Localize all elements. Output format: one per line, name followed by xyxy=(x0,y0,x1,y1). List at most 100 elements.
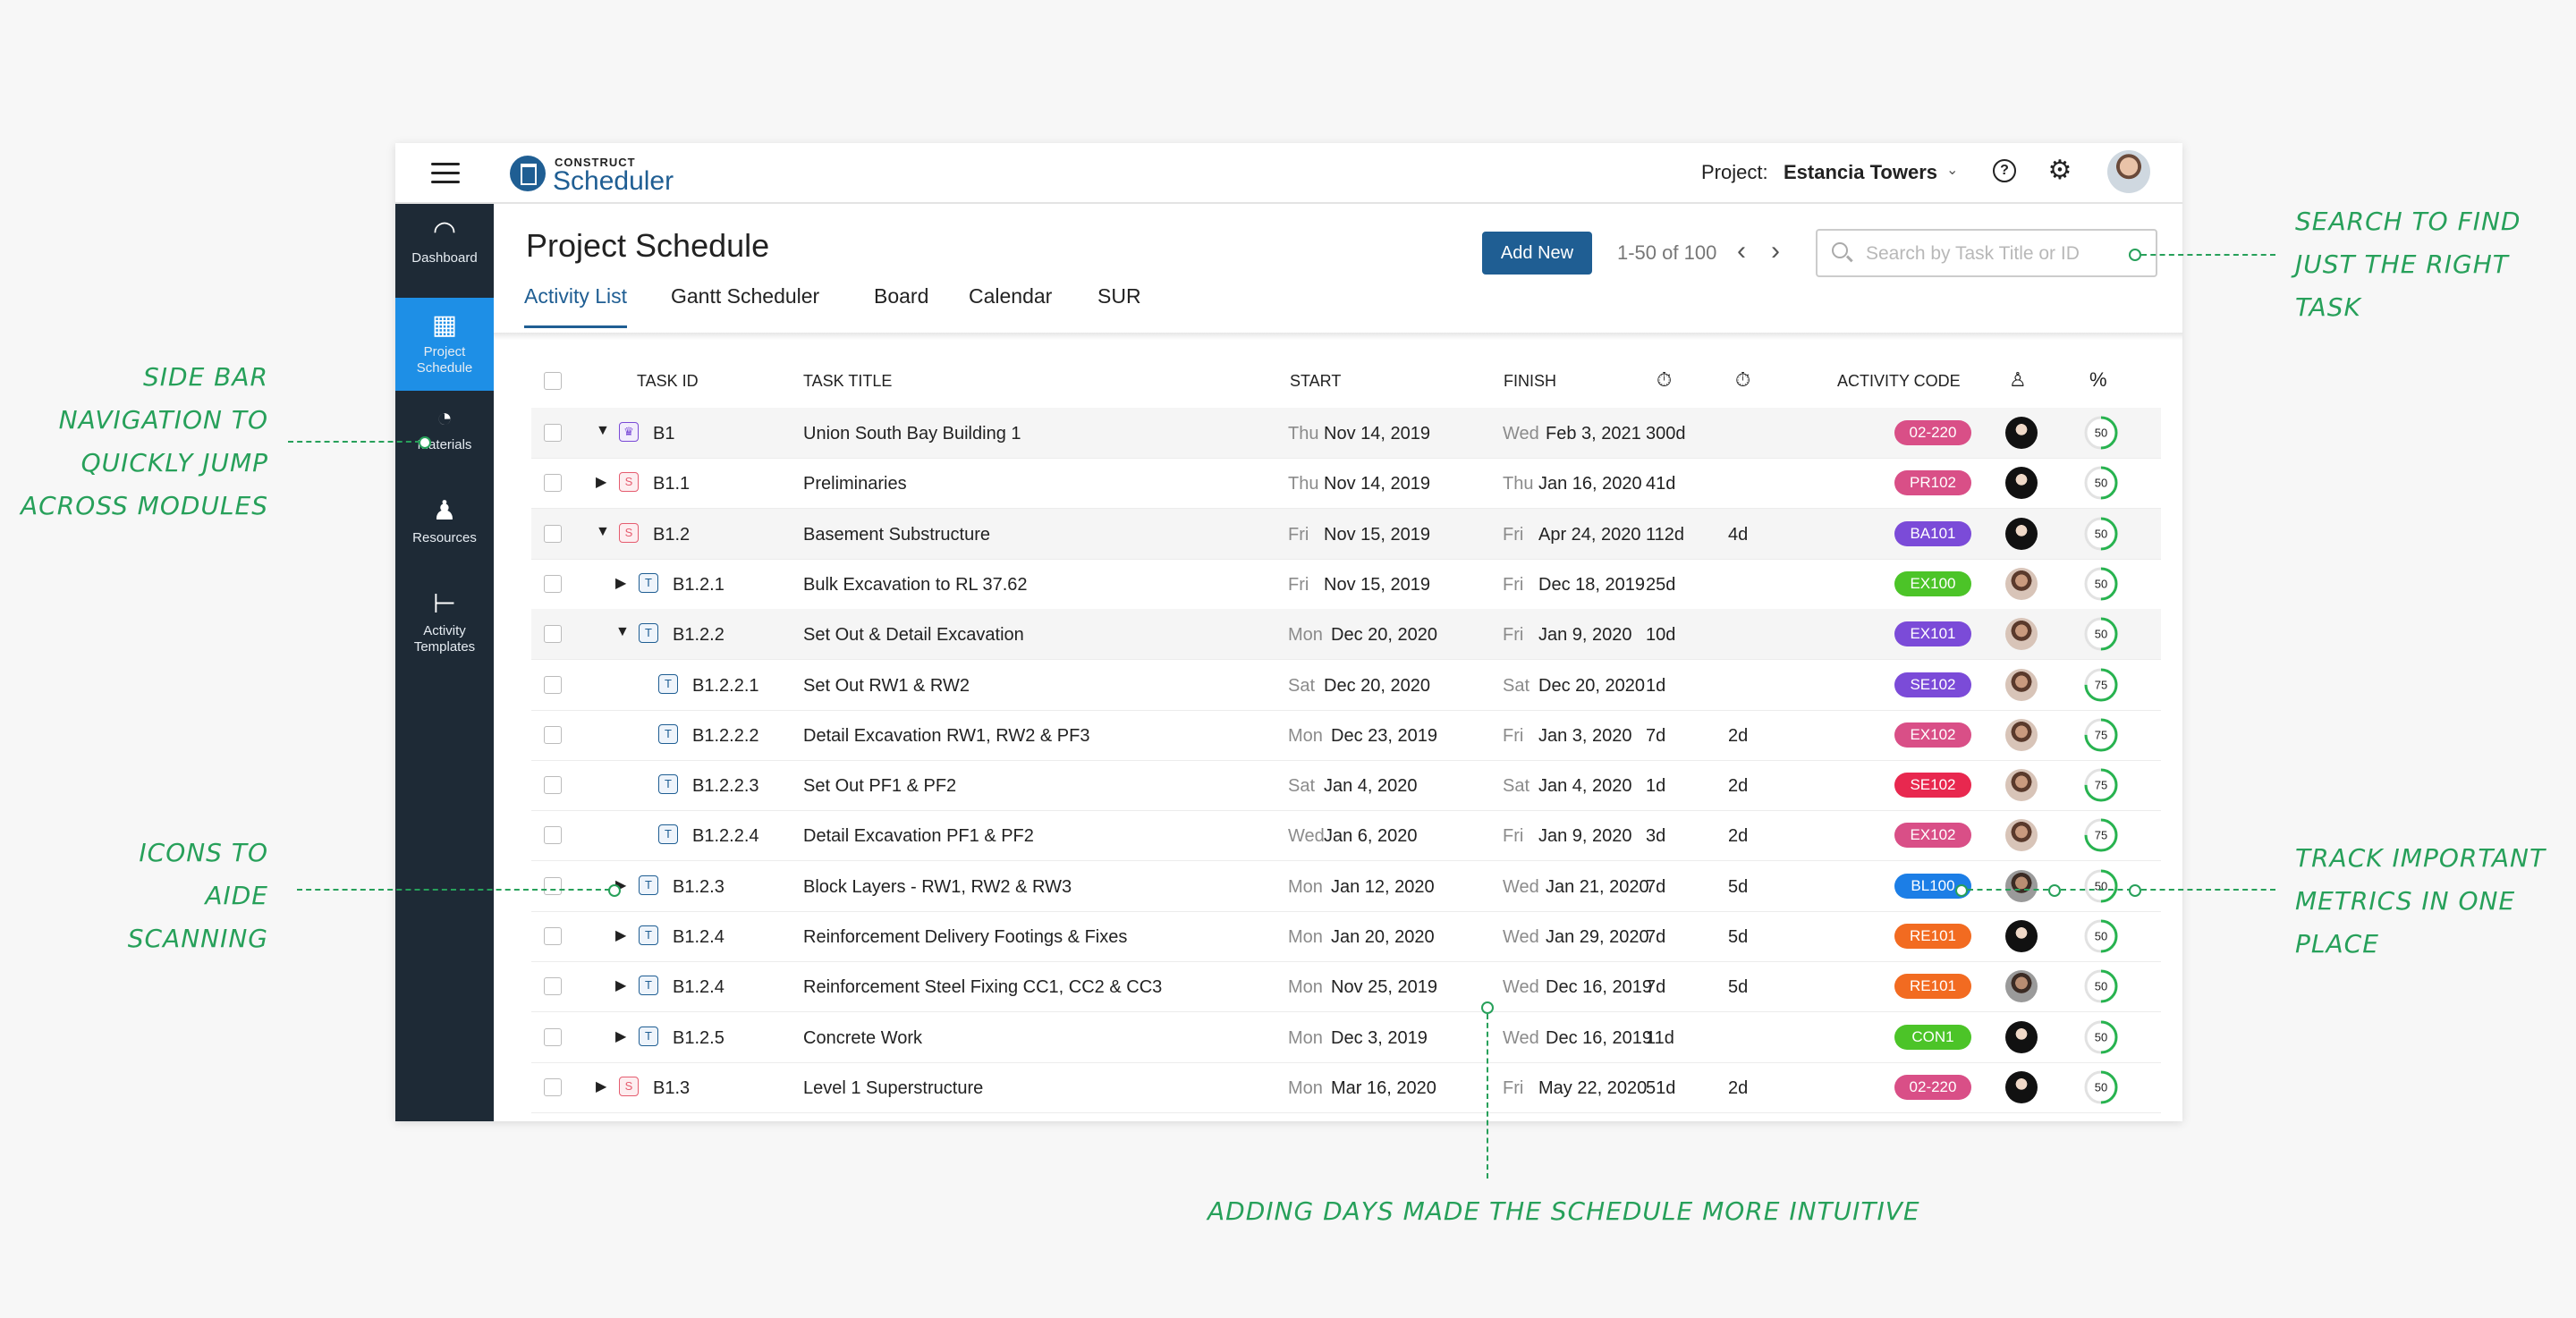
row-checkbox[interactable] xyxy=(544,675,562,694)
activity-code-badge[interactable]: 02-220 xyxy=(1894,1074,1971,1100)
search-input[interactable] xyxy=(1864,240,2145,268)
caret-right-icon[interactable]: ▶ xyxy=(596,1077,606,1095)
task-title[interactable]: Basement Substructure xyxy=(803,525,990,545)
header-task-id[interactable]: TASK ID xyxy=(637,372,699,391)
activity-code-badge[interactable]: CON1 xyxy=(1894,1024,1971,1050)
task-title[interactable]: Reinforcement Delivery Footings & Fixes xyxy=(803,927,1127,948)
row-checkbox[interactable] xyxy=(544,776,562,795)
activity-code-badge[interactable]: SE102 xyxy=(1894,773,1971,798)
task-title[interactable]: Detail Excavation RW1, RW2 & PF3 xyxy=(803,726,1090,747)
activity-code-badge[interactable]: 02-220 xyxy=(1894,420,1971,445)
table-row[interactable]: ▶ S B1.1 Preliminaries Thu Nov 14, 2019 Thu Jan… xyxy=(531,458,2161,510)
table-row[interactable]: ▼ T B1.2.2 Set Out & Detail Excavation Mon De… xyxy=(531,609,2161,661)
assignee-avatar[interactable] xyxy=(2005,718,2038,751)
caret-down-icon[interactable]: ▼ xyxy=(615,624,630,640)
table-row[interactable]: ▶ T B1.2.5 Concrete Work Mon Dec 3, 2019 Wed De… xyxy=(531,1012,2161,1063)
tab-board[interactable]: Board xyxy=(874,284,928,325)
task-title[interactable]: Level 1 Superstructure xyxy=(803,1078,983,1099)
row-checkbox[interactable] xyxy=(544,625,562,644)
task-title[interactable]: Set Out RW1 & RW2 xyxy=(803,676,970,697)
project-selector[interactable]: Estancia Towers xyxy=(1784,161,1937,184)
table-row[interactable]: T B1.2.2.4 Detail Excavation PF1 & PF2 Wed J… xyxy=(531,810,2161,862)
task-title[interactable]: Block Layers - RW1, RW2 & RW3 xyxy=(803,877,1072,898)
row-checkbox[interactable] xyxy=(544,1077,562,1096)
sidebar-item-dashboard[interactable]: ◠ Dashboard xyxy=(395,204,494,297)
assignee-avatar[interactable] xyxy=(2005,517,2038,550)
activity-code-badge[interactable]: EX102 xyxy=(1894,823,1971,849)
assignee-avatar[interactable] xyxy=(2005,869,2038,902)
activity-code-badge[interactable]: SE102 xyxy=(1894,672,1971,697)
gear-icon[interactable]: ⚙ xyxy=(2046,157,2073,184)
table-row[interactable]: ▶ T B1.2.3 Block Layers - RW1, RW2 & RW3 Mon… xyxy=(531,861,2161,912)
row-checkbox[interactable] xyxy=(544,927,562,945)
assignee-icon[interactable]: ♙ xyxy=(2009,368,2027,392)
assignee-avatar[interactable] xyxy=(2005,1020,2038,1053)
table-row[interactable]: ▶ S B1.3 Level 1 Superstructure Mon Mar 16, 2… xyxy=(531,1062,2161,1113)
activity-code-badge[interactable]: BA101 xyxy=(1894,520,1971,546)
row-checkbox[interactable] xyxy=(544,876,562,895)
task-title[interactable]: Set Out PF1 & PF2 xyxy=(803,776,956,797)
tab-sur[interactable]: SUR xyxy=(1097,284,1141,325)
sidebar-item-resources[interactable]: ♟ Resources xyxy=(395,484,494,577)
caret-right-icon[interactable]: ▶ xyxy=(615,926,626,944)
row-checkbox[interactable] xyxy=(544,1027,562,1046)
header-start[interactable]: START xyxy=(1290,372,1341,391)
activity-code-badge[interactable]: RE101 xyxy=(1894,974,1971,1000)
tab-activity-list[interactable]: Activity List xyxy=(524,284,628,328)
assignee-avatar[interactable] xyxy=(2005,417,2038,449)
chevron-down-icon[interactable]: ⌄ xyxy=(1946,161,1958,179)
row-checkbox[interactable] xyxy=(544,424,562,442)
tab-gantt-scheduler[interactable]: Gantt Scheduler xyxy=(671,284,819,325)
row-checkbox[interactable] xyxy=(544,826,562,845)
assignee-avatar[interactable] xyxy=(2005,819,2038,852)
assignee-avatar[interactable] xyxy=(2005,920,2038,952)
row-checkbox[interactable] xyxy=(544,977,562,996)
table-row[interactable]: T B1.2.2.2 Detail Excavation RW1, RW2 & PF… xyxy=(531,710,2161,761)
sidebar-item-project-schedule[interactable]: ▦ Project Schedule xyxy=(395,298,494,391)
task-title[interactable]: Concrete Work xyxy=(803,1028,922,1049)
chevron-right-icon[interactable]: › xyxy=(1771,236,1780,266)
caret-down-icon[interactable]: ▼ xyxy=(596,524,610,540)
activity-code-badge[interactable]: EX102 xyxy=(1894,722,1971,748)
task-title[interactable]: Reinforcement Steel Fixing CC1, CC2 & CC… xyxy=(803,977,1162,998)
assignee-avatar[interactable] xyxy=(2005,769,2038,802)
row-checkbox[interactable] xyxy=(544,574,562,593)
task-title[interactable]: Union South Bay Building 1 xyxy=(803,424,1021,444)
hamburger-menu-icon[interactable] xyxy=(431,163,460,184)
table-row[interactable]: ▶ T B1.2.4 Reinforcement Steel Fixing CC1, … xyxy=(531,961,2161,1013)
help-icon[interactable]: ? xyxy=(1993,159,2016,182)
task-title[interactable]: Preliminaries xyxy=(803,474,907,494)
table-row[interactable]: T B1.2.2.3 Set Out PF1 & PF2 Sat Jan 4, 2020… xyxy=(531,760,2161,812)
caret-right-icon[interactable]: ▶ xyxy=(615,574,626,592)
add-new-button[interactable]: Add New xyxy=(1482,232,1592,275)
header-activity-code[interactable]: ACTIVITY CODE xyxy=(1837,372,1961,391)
task-title[interactable]: Set Out & Detail Excavation xyxy=(803,625,1024,646)
table-row[interactable]: ▶ T B1.2.1 Bulk Excavation to RL 37.62 Fri No… xyxy=(531,559,2161,610)
caret-right-icon[interactable]: ▶ xyxy=(615,976,626,994)
activity-code-badge[interactable]: PR102 xyxy=(1894,470,1971,496)
header-finish[interactable]: FINISH xyxy=(1504,372,1556,391)
assignee-avatar[interactable] xyxy=(2005,567,2038,600)
select-all-checkbox[interactable] xyxy=(544,372,562,390)
caret-right-icon[interactable]: ▶ xyxy=(596,473,606,491)
row-checkbox[interactable] xyxy=(544,474,562,493)
chevron-left-icon[interactable]: ‹ xyxy=(1737,236,1746,266)
tab-calendar[interactable]: Calendar xyxy=(969,284,1052,325)
table-row[interactable]: ▼ ♛ B1 Union South Bay Building 1 Thu Nov 14,… xyxy=(531,408,2161,459)
task-title[interactable]: Bulk Excavation to RL 37.62 xyxy=(803,575,1028,596)
sidebar-item-activity-templates[interactable]: ⊢ Activity Templates xyxy=(395,577,494,670)
assignee-avatar[interactable] xyxy=(2005,970,2038,1003)
table-row[interactable]: ▼ S B1.2 Basement Substructure Fri Nov 15, 20… xyxy=(531,508,2161,560)
row-checkbox[interactable] xyxy=(544,725,562,744)
user-avatar[interactable] xyxy=(2107,150,2150,193)
caret-right-icon[interactable]: ▶ xyxy=(615,1027,626,1045)
percent-icon[interactable]: % xyxy=(2089,368,2107,392)
header-task-title[interactable]: TASK TITLE xyxy=(803,372,892,391)
activity-code-badge[interactable]: EX100 xyxy=(1894,570,1971,596)
task-title[interactable]: Detail Excavation PF1 & PF2 xyxy=(803,826,1034,847)
table-row[interactable]: ▶ T B1.2.4 Reinforcement Delivery Footings … xyxy=(531,911,2161,962)
assignee-avatar[interactable] xyxy=(2005,618,2038,651)
assignee-avatar[interactable] xyxy=(2005,467,2038,500)
stopwatch-minus-icon[interactable]: ⏱ xyxy=(1735,368,1750,392)
table-row[interactable]: T B1.2.2.1 Set Out RW1 & RW2 Sat Dec 20, 202… xyxy=(531,660,2161,711)
